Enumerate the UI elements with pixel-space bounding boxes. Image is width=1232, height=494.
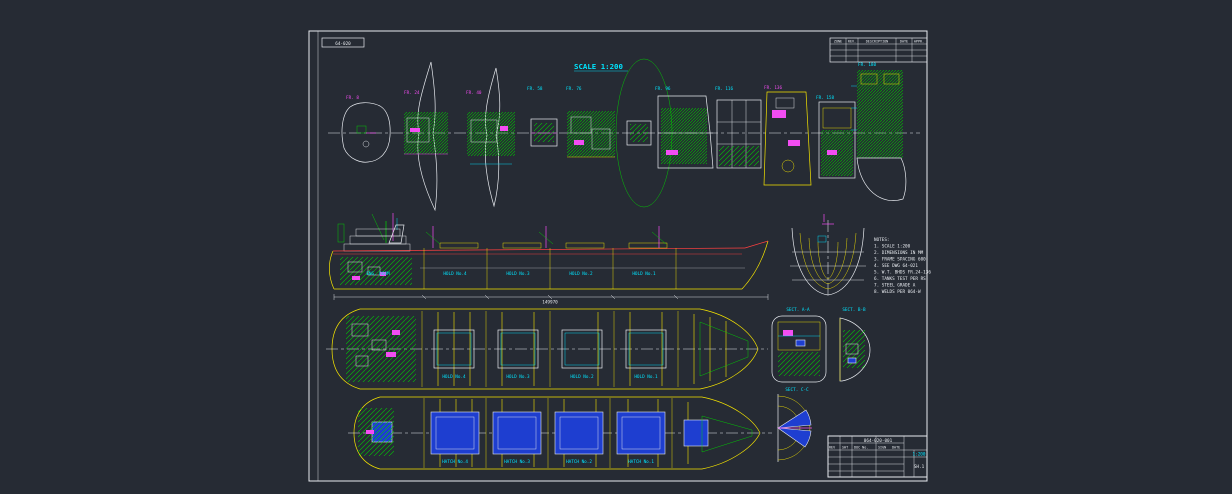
note-line: 8. WELDS PER 064-W	[874, 289, 921, 295]
title-block-sheet: SH.1	[914, 464, 925, 470]
note-line: 1. SCALE 1:200	[874, 244, 911, 250]
section-label: FR. 116	[715, 86, 734, 92]
note-line: NOTES:	[874, 237, 890, 243]
section-label: FR. 58	[527, 86, 543, 92]
rev-col-appr: APPR.	[914, 40, 924, 44]
title-block: 064-020-001 1:200 SH.1 REV SHT DOC No. S…	[827, 435, 928, 478]
section-label: FR. 76	[566, 86, 582, 92]
section-label: FR. 96	[655, 86, 671, 92]
compartment-label: HATCH No.4	[442, 459, 468, 465]
upper-deck-plan: HOLD No.4 HOLD No.3 HOLD No.2 HOLD No.1	[326, 308, 768, 390]
length-dimension: 149970	[542, 300, 558, 306]
note-line: 7. STEEL GRADE A	[874, 283, 916, 289]
compartment-label: HOLD No.3	[506, 271, 530, 277]
section-view-4: FR. 58	[527, 86, 558, 147]
section-view-3: FR. 40	[466, 67, 515, 208]
compartment-label: ENG. ROOM	[366, 271, 390, 277]
dimension-line: 149970	[333, 294, 769, 306]
rev-col-description: DESCRIPTION	[866, 40, 888, 44]
notes-block: NOTES: 1. SCALE 1:200 2. DIMENSIONS IN M…	[874, 237, 931, 295]
drawing-number: 64-020	[335, 41, 351, 47]
section-label: FR. 180	[858, 62, 877, 68]
aux-view-transom: SECT. C-C	[776, 387, 812, 462]
revision-table: ZONE REV. DESCRIPTION DATE APPR.	[829, 37, 928, 63]
rev-col-rev: REV.	[848, 40, 856, 44]
section-view-6	[626, 120, 652, 146]
title-block-col: DATE	[892, 445, 900, 449]
section-view-9: FR. 136	[763, 85, 812, 186]
title-block-code: 064-020-001	[864, 438, 893, 444]
section-view-10: FR. 158	[816, 95, 856, 179]
profile-view: ENG. ROOM HOLD No.4 HOLD No.3 HOLD No.2 …	[329, 213, 769, 306]
compartment-label: HOLD No.2	[569, 271, 593, 277]
compartment-label: HATCH No.2	[566, 459, 592, 465]
section-label: FR. 8	[346, 95, 359, 101]
note-line: 4. SEE DWG 64-021	[874, 263, 918, 269]
title-block-col: SHT	[842, 445, 848, 449]
lower-deck-plan: HATCH No.4 HATCH No.3 HATCH No.2 HATCH N…	[348, 396, 772, 470]
title-block-col: DOC No.	[854, 445, 868, 449]
section-view-2: FR. 24	[404, 61, 448, 212]
section-label: FR. 158	[816, 95, 835, 101]
section-label: FR. 24	[404, 90, 420, 96]
aux-view-label: SECT. A-A	[786, 307, 810, 313]
section-label: FR. 40	[466, 90, 482, 96]
section-view-11: FR. 180	[851, 62, 907, 201]
compartment-label: HATCH No.1	[628, 459, 654, 465]
note-line: 2. DIMENSIONS IN MM	[874, 250, 924, 256]
note-line: 6. TANKS TEST PER RS	[874, 276, 926, 282]
cad-viewport[interactable]: 64-020 ZONE REV. DESCRIPTION DATE APPR. …	[0, 0, 1232, 494]
body-sections: SCALE 1:200 FR. 8 FR. 24 FR. 40 FR. 58 F…	[328, 58, 920, 212]
section-view-5: FR. 76	[566, 86, 615, 158]
rev-col-zone: ZONE	[834, 40, 842, 44]
section-label: FR. 136	[764, 85, 783, 91]
note-line: 3. FRAME SPACING 600	[874, 257, 926, 263]
rev-col-date: DATE	[900, 40, 908, 44]
stern-body-plan	[790, 214, 866, 297]
funnel	[388, 224, 405, 244]
section-view-8: FR. 116	[715, 86, 762, 169]
note-line: 5. W.T. BHDS FR.24-136	[874, 270, 931, 276]
compartment-label: HATCH No.3	[504, 459, 530, 465]
title-block-scale: 1:200	[913, 452, 926, 458]
title-block-col: SIGN	[878, 445, 886, 449]
compartment-label: HOLD No.4	[442, 374, 466, 380]
aux-view-label: SECT. B-B	[842, 307, 866, 313]
aux-view-half-section: SECT. B-B	[839, 307, 871, 382]
section-view-1: FR. 8	[341, 95, 391, 163]
compartment-label: HOLD No.1	[632, 271, 656, 277]
compartment-label: HOLD No.1	[634, 374, 658, 380]
compartment-label: HOLD No.4	[443, 271, 467, 277]
scale-label: SCALE 1:200	[574, 62, 623, 71]
title-block-col: REV	[829, 445, 835, 449]
aux-view-deckhouse-top: SECT. A-A	[771, 307, 827, 383]
aux-view-label: SECT. C-C	[785, 387, 809, 393]
compartment-label: HOLD No.3	[506, 374, 530, 380]
compartment-label: HOLD No.2	[570, 374, 594, 380]
